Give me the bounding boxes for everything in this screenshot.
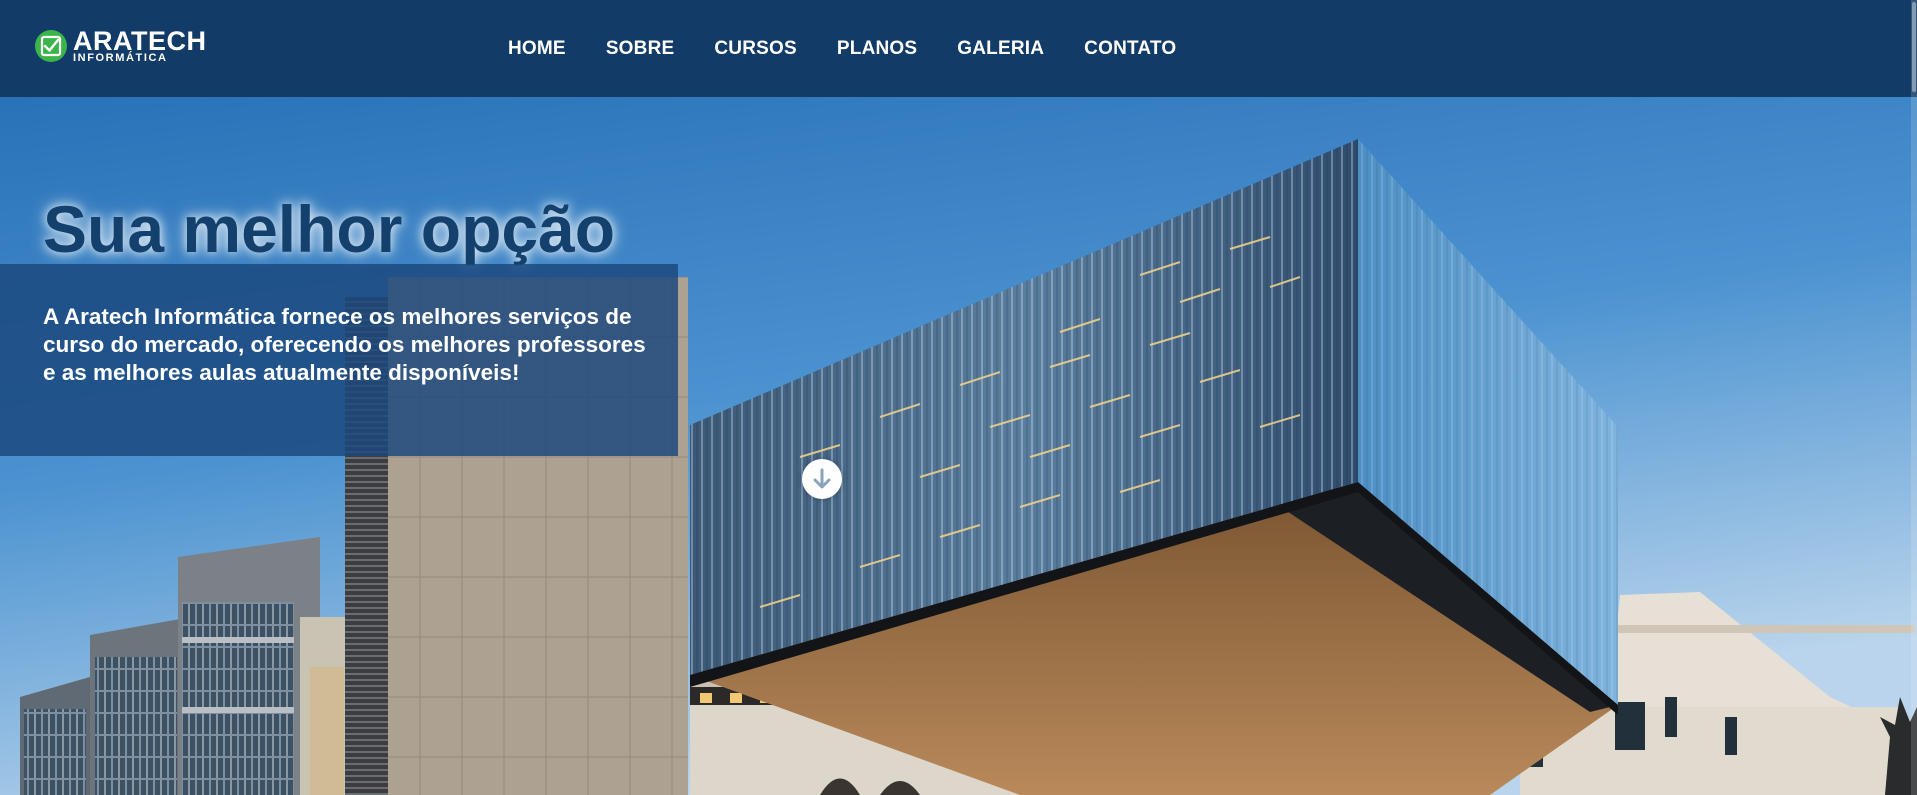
main-nav: HOME SOBRE CURSOS PLANOS GALERIA CONTATO: [508, 0, 1216, 97]
checkmark-badge-icon: [35, 30, 67, 62]
nav-home[interactable]: HOME: [508, 38, 566, 60]
site-header: ARATECH INFORMÁTICA HOME SOBRE CURSOS PL…: [0, 0, 1917, 97]
nav-cursos[interactable]: CURSOS: [714, 38, 797, 60]
nav-sobre[interactable]: SOBRE: [606, 38, 675, 60]
nav-galeria[interactable]: GALERIA: [957, 38, 1044, 60]
nav-contato[interactable]: CONTATO: [1084, 38, 1176, 60]
hero-section: Sua melhor opção A Aratech Informática f…: [0, 97, 1917, 795]
page-scrollbar[interactable]: [1911, 0, 1917, 795]
arrow-down-circle-icon: [804, 461, 840, 497]
hero-description: A Aratech Informática fornece os melhore…: [43, 304, 646, 385]
scroll-down-button[interactable]: [802, 459, 842, 499]
hero-description-box: A Aratech Informática fornece os melhore…: [0, 264, 678, 456]
scrollbar-thumb[interactable]: [1912, 2, 1916, 92]
logo-text: ARATECH INFORMÁTICA: [73, 28, 207, 64]
nav-planos[interactable]: PLANOS: [837, 38, 917, 60]
hero-title: Sua melhor opção: [43, 192, 616, 266]
logo[interactable]: ARATECH INFORMÁTICA: [34, 28, 207, 64]
logo-title: ARATECH: [73, 26, 207, 56]
